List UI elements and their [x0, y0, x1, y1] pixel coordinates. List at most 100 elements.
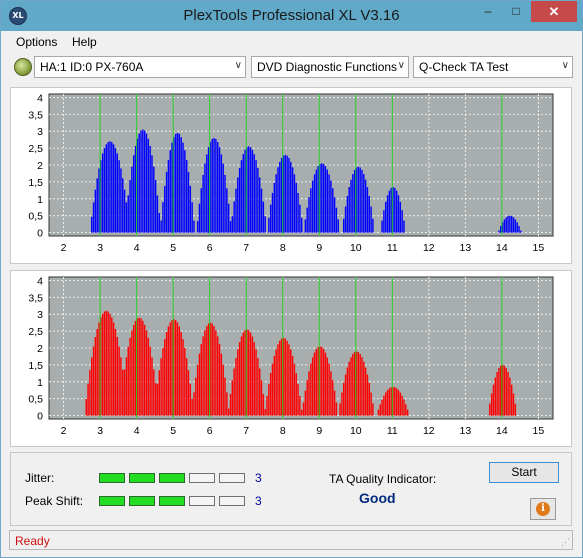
histogram-bar — [191, 398, 193, 416]
histogram-bar — [381, 399, 383, 416]
histogram-bar — [271, 192, 274, 233]
histogram-bar — [321, 347, 323, 416]
histogram-bar — [286, 155, 288, 233]
close-button[interactable]: ✕ — [531, 1, 577, 22]
histogram-bar — [114, 329, 117, 416]
histogram-bar — [403, 399, 405, 416]
histogram-bar — [357, 166, 360, 233]
histogram-bar — [275, 349, 277, 416]
histogram-bar — [288, 157, 290, 233]
histogram-bar — [284, 154, 286, 233]
histogram-bar — [255, 160, 257, 233]
histogram-bar — [269, 373, 272, 416]
histogram-bar — [264, 409, 266, 416]
histogram-bar — [301, 409, 303, 416]
x-tick-label: 13 — [460, 242, 472, 254]
histogram-bar — [368, 195, 370, 233]
resize-grip-icon[interactable]: ⋰ — [561, 537, 570, 548]
histogram-bar — [406, 409, 409, 416]
histogram-bar — [154, 383, 157, 416]
histogram-bar — [269, 204, 272, 233]
y-tick-label: 0,5 — [28, 211, 43, 223]
histogram-bar — [167, 159, 170, 233]
histogram-bar — [156, 195, 159, 233]
histogram-bar — [388, 388, 391, 416]
histogram-bar — [260, 188, 263, 233]
histogram-bar — [193, 220, 195, 233]
histogram-bar — [333, 197, 336, 233]
histogram-bar — [151, 357, 153, 416]
title-bar[interactable]: XL PlexTools Professional XL V3.16 – □ ✕ — [1, 1, 582, 31]
histogram-bar — [151, 155, 153, 233]
lands-chart: 0 0,5 1 1,5 2 2,5 3 3,5 4 2 3 4 5 6 7 8 9 10 11 12 13 14 15 — [28, 92, 554, 254]
ta-quality-label: TA Quality Indicator: — [329, 472, 437, 486]
histogram-bar — [348, 187, 350, 233]
histogram-bar — [142, 320, 144, 416]
menu-help[interactable]: Help — [72, 35, 97, 49]
test-select[interactable]: Q-Check TA Test ∨ — [413, 56, 573, 78]
histogram-bar — [363, 361, 365, 416]
histogram-bar — [286, 340, 288, 416]
histogram-bar — [249, 332, 252, 416]
histogram-bar — [184, 347, 186, 416]
drive-select-value: HA:1 ID:0 PX-760A — [40, 60, 144, 74]
histogram-bar — [112, 322, 115, 416]
histogram-bar — [370, 392, 372, 416]
histogram-bar — [111, 142, 113, 233]
info-button[interactable]: i — [530, 498, 556, 520]
histogram-bar — [255, 349, 257, 416]
histogram-bar — [346, 195, 349, 233]
histogram-bar — [500, 365, 502, 416]
maximize-button[interactable]: □ — [503, 1, 529, 22]
histogram-bar — [187, 171, 190, 233]
histogram-bar — [279, 340, 281, 416]
x-tick-label: 15 — [533, 242, 545, 254]
histogram-bar — [105, 310, 108, 416]
jitter-value: 3 — [255, 471, 262, 485]
histogram-bar — [176, 322, 179, 416]
histogram-bar — [405, 404, 407, 416]
y-tick-label: 1,5 — [28, 177, 43, 189]
x-tick-label: 7 — [243, 242, 249, 254]
histogram-bar — [101, 153, 104, 233]
histogram-bar — [332, 380, 334, 416]
histogram-bar — [185, 159, 188, 233]
histogram-bar — [359, 353, 361, 416]
histogram-bar — [293, 363, 296, 416]
start-button[interactable]: Start — [489, 462, 559, 483]
histogram-bar — [322, 349, 325, 416]
histogram-bar — [322, 164, 325, 233]
histogram-bar — [379, 404, 381, 416]
histogram-bar — [343, 218, 345, 233]
function-select[interactable]: DVD Diagnostic Functions ∨ — [251, 56, 409, 78]
histogram-bar — [120, 357, 122, 416]
histogram-bar — [310, 188, 312, 233]
histogram-bar — [122, 369, 124, 416]
histogram-bar — [266, 396, 268, 416]
histogram-bar — [390, 187, 392, 233]
histogram-bar — [229, 393, 232, 416]
test-select-value: Q-Check TA Test — [419, 60, 509, 74]
y-tick-label: 4 — [37, 92, 43, 104]
menu-options[interactable]: Options — [16, 35, 57, 49]
histogram-bar — [332, 188, 334, 233]
histogram-bar — [207, 147, 210, 233]
drive-select[interactable]: HA:1 ID:0 PX-760A ∨ — [34, 56, 246, 78]
chevron-down-icon: ∨ — [397, 60, 405, 71]
histogram-bar — [162, 202, 164, 233]
histogram-bar — [196, 221, 199, 233]
histogram-bar — [235, 358, 237, 416]
histogram-bar — [123, 189, 126, 233]
histogram-bar — [107, 142, 109, 233]
peak-shift-meter — [99, 496, 249, 506]
histogram-bar — [299, 204, 301, 233]
histogram-bar — [308, 371, 310, 416]
histogram-bar — [98, 168, 100, 233]
histogram-bar — [284, 338, 286, 416]
minimize-button[interactable]: – — [475, 1, 501, 22]
histogram-bar — [388, 190, 391, 233]
x-tick-label: 2 — [61, 425, 67, 437]
histogram-bar — [507, 372, 509, 416]
y-tick-label: 3 — [37, 309, 43, 321]
x-tick-label: 6 — [207, 425, 213, 437]
